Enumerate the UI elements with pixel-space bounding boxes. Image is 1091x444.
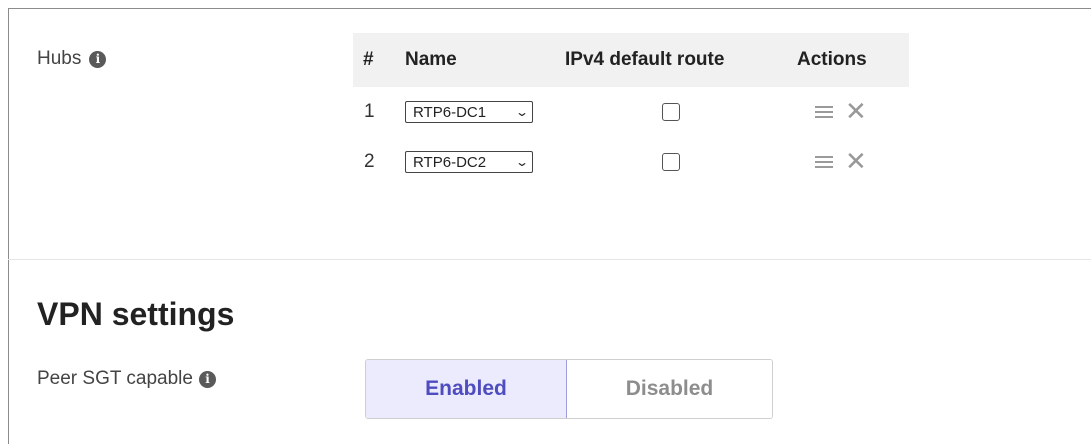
peer-sgt-label-group: Peer SGT capable i [37,368,216,390]
header-actions: Actions [787,33,909,87]
info-icon[interactable]: i [198,370,216,388]
ipv4-default-route-checkbox[interactable] [662,102,680,121]
header-name: Name [395,33,555,87]
ipv4-default-route-cell [555,87,787,137]
peer-sgt-toggle: Enabled Disabled [365,359,773,419]
hub-name-cell: RTP6-DC2 ⌄ [395,137,555,187]
actions-cell: ✕ [787,87,909,137]
row-number: 2 [364,151,375,172]
section-divider [8,259,1091,260]
enabled-button[interactable]: Enabled [366,360,567,418]
hub-select-value: RTP6-DC1 [413,103,487,121]
hub-select[interactable]: RTP6-DC2 ⌄ [405,151,533,174]
hubs-table-header: # Name IPv4 default route Actions [353,33,909,87]
hubs-table: # Name IPv4 default route Actions 1 RTP6… [353,33,909,187]
close-icon[interactable]: ✕ [845,149,867,175]
header-num: # [353,33,395,87]
hub-select[interactable]: RTP6-DC1 ⌄ [405,101,533,124]
section-title: VPN settings [37,296,235,332]
hubs-label-group: Hubs i [37,48,107,70]
hubs-label: Hubs [37,48,82,69]
ipv4-default-route-cell [555,137,787,187]
hub-select-value: RTP6-DC2 [413,153,487,171]
hub-name-cell: RTP6-DC1 ⌄ [395,87,555,137]
peer-sgt-label: Peer SGT capable [37,368,193,389]
header-ipv4-default-route: IPv4 default route [555,33,787,87]
disabled-button[interactable]: Disabled [567,360,772,418]
actions-cell: ✕ [787,137,909,187]
table-row: 2 RTP6-DC2 ⌄ ✕ [353,137,909,187]
chevron-down-icon: ⌄ [514,105,530,120]
info-icon[interactable]: i [89,50,107,68]
drag-handle-icon[interactable] [815,156,833,168]
close-icon[interactable]: ✕ [845,99,867,125]
chevron-down-icon: ⌄ [514,155,530,170]
table-row: 1 RTP6-DC1 ⌄ ✕ [353,87,909,137]
row-number: 1 [364,101,375,122]
drag-handle-icon[interactable] [815,106,833,118]
ipv4-default-route-checkbox[interactable] [662,152,680,171]
